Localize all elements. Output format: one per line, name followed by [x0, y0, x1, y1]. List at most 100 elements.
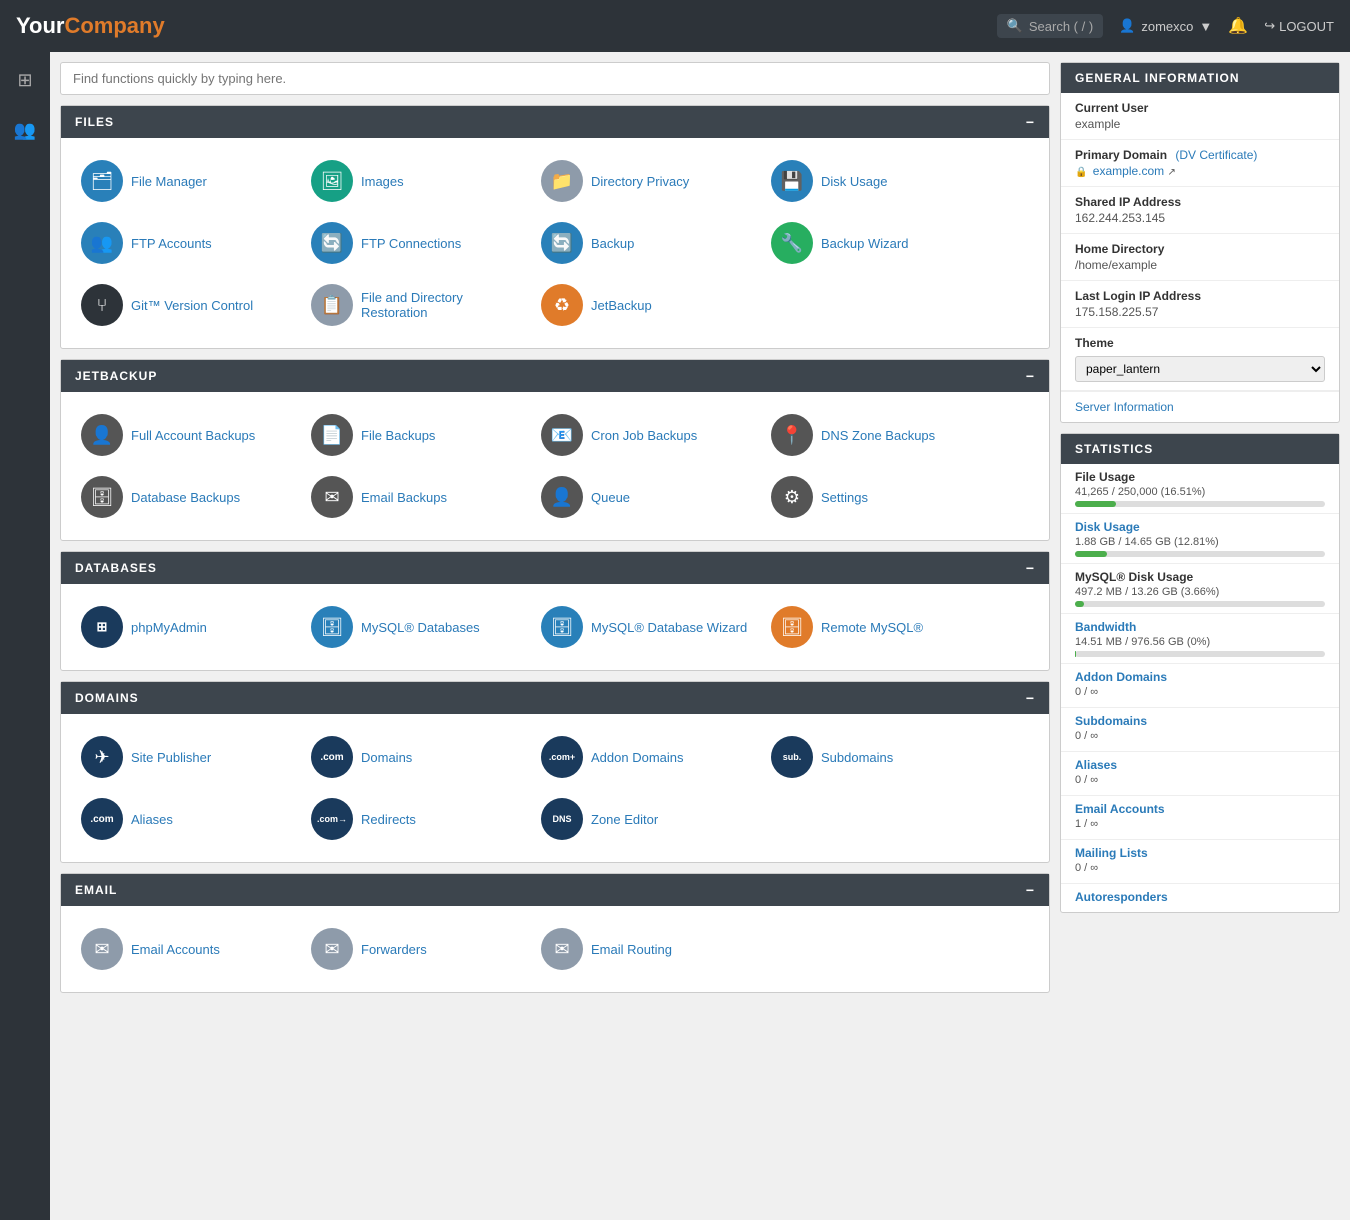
addon-domains-stat-link[interactable]: Addon Domains	[1075, 670, 1325, 684]
server-info-link[interactable]: Server Information	[1061, 391, 1339, 422]
full-account-backups-label: Full Account Backups	[131, 428, 255, 443]
domains-header: DOMAINS −	[61, 682, 1049, 714]
aliases-stat-link[interactable]: Aliases	[1075, 758, 1325, 772]
subdomains-stat-value: 0 / ∞	[1075, 730, 1325, 742]
main-content: FILES − 🗂 File Manager 🖼 Images 📁 Direct…	[50, 52, 1060, 1013]
theme-select[interactable]: paper_lantern	[1075, 356, 1325, 382]
git-label: Git™ Version Control	[131, 298, 253, 313]
file-backups-label: File Backups	[361, 428, 435, 443]
files-section: FILES − 🗂 File Manager 🖼 Images 📁 Direct…	[60, 105, 1050, 349]
file-manager-item[interactable]: 🗂 File Manager	[71, 152, 301, 210]
jetbackup-label: JetBackup	[591, 298, 652, 313]
user-menu[interactable]: 👤 zomexco ▼	[1119, 18, 1212, 34]
file-manager-icon: 🗂	[81, 160, 123, 202]
zone-editor-item[interactable]: DNS Zone Editor	[531, 790, 761, 848]
files-header: FILES −	[61, 106, 1049, 138]
brand-your: Your	[16, 13, 64, 39]
domains-title: DOMAINS	[75, 691, 139, 705]
logout-button[interactable]: ↪ LOGOUT	[1264, 18, 1334, 34]
ftp-connections-label: FTP Connections	[361, 236, 461, 251]
subdomains-label: Subdomains	[821, 750, 893, 765]
email-collapse[interactable]: −	[1026, 882, 1035, 898]
external-link-icon: ↗	[1168, 167, 1176, 178]
home-dir-value: /home/example	[1075, 258, 1325, 272]
search-icon: 🔍	[1007, 18, 1023, 34]
aliases-icon: .com	[81, 798, 123, 840]
phpmyadmin-item[interactable]: ⊞ phpMyAdmin	[71, 598, 301, 656]
full-account-backups-item[interactable]: 👤 Full Account Backups	[71, 406, 301, 464]
jetbackup-collapse[interactable]: −	[1026, 368, 1035, 384]
mysql-wizard-item[interactable]: 🗄 MySQL® Database Wizard	[531, 598, 761, 656]
quick-search-input[interactable]	[60, 62, 1050, 95]
domains-icon: .com	[311, 736, 353, 778]
mailing-lists-stat-link[interactable]: Mailing Lists	[1075, 846, 1325, 860]
subdomains-item[interactable]: sub. Subdomains	[761, 728, 991, 786]
site-publisher-item[interactable]: ✈ Site Publisher	[71, 728, 301, 786]
aliases-item[interactable]: .com Aliases	[71, 790, 301, 848]
lock-icon: 🔒	[1075, 167, 1087, 178]
file-dir-restore-item[interactable]: 📋 File and Directory Restoration	[301, 276, 531, 334]
disk-usage-icon: 💾	[771, 160, 813, 202]
bandwidth-bar-bg	[1075, 651, 1325, 657]
database-backups-item[interactable]: 🗄 Database Backups	[71, 468, 301, 526]
users-icon[interactable]: 👥	[7, 112, 43, 148]
addon-domains-item[interactable]: .com+ Addon Domains	[531, 728, 761, 786]
git-version-control-item[interactable]: ⑂ Git™ Version Control	[71, 276, 301, 334]
logout-label: LOGOUT	[1279, 19, 1334, 34]
email-backups-icon: ✉	[311, 476, 353, 518]
disk-usage-link[interactable]: Disk Usage	[1075, 520, 1325, 534]
search-box[interactable]: 🔍 Search ( / )	[997, 14, 1103, 38]
subdomains-icon: sub.	[771, 736, 813, 778]
forwarders-item[interactable]: ✉ Forwarders	[301, 920, 531, 978]
quick-search-bar	[60, 62, 1050, 95]
mysql-databases-item[interactable]: 🗄 MySQL® Databases	[301, 598, 531, 656]
disk-usage-item[interactable]: 💾 Disk Usage	[761, 152, 991, 210]
jetbackup-item[interactable]: ♻ JetBackup	[531, 276, 761, 334]
remote-mysql-item[interactable]: 🗄 Remote MySQL®	[761, 598, 991, 656]
domain-link[interactable]: example.com	[1093, 164, 1164, 178]
queue-icon: 👤	[541, 476, 583, 518]
backup-item[interactable]: 🔄 Backup	[531, 214, 761, 272]
email-accounts-item[interactable]: ✉ Email Accounts	[71, 920, 301, 978]
subdomains-stat-row: Subdomains 0 / ∞	[1061, 708, 1339, 752]
cron-job-backups-item[interactable]: 📧 Cron Job Backups	[531, 406, 761, 464]
statistics-header: STATISTICS	[1061, 434, 1339, 464]
databases-collapse[interactable]: −	[1026, 560, 1035, 576]
backup-label: Backup	[591, 236, 634, 251]
files-collapse[interactable]: −	[1026, 114, 1035, 130]
statistics-panel: STATISTICS File Usage 41,265 / 250,000 (…	[1060, 433, 1340, 913]
redirects-item[interactable]: .com→ Redirects	[301, 790, 531, 848]
email-routing-icon: ✉	[541, 928, 583, 970]
email-routing-item[interactable]: ✉ Email Routing	[531, 920, 761, 978]
databases-header: DATABASES −	[61, 552, 1049, 584]
queue-label: Queue	[591, 490, 630, 505]
primary-domain-label: Primary Domain (DV Certificate)	[1075, 148, 1325, 162]
autoresponders-stat-link[interactable]: Autoresponders	[1075, 890, 1325, 904]
bandwidth-link[interactable]: Bandwidth	[1075, 620, 1325, 634]
dv-cert-link[interactable]: (DV Certificate)	[1175, 148, 1257, 162]
ftp-connections-item[interactable]: 🔄 FTP Connections	[301, 214, 531, 272]
email-backups-item[interactable]: ✉ Email Backups	[301, 468, 531, 526]
ftp-accounts-item[interactable]: 👥 FTP Accounts	[71, 214, 301, 272]
mysql-databases-label: MySQL® Databases	[361, 620, 480, 635]
settings-item[interactable]: ⚙ Settings	[761, 468, 991, 526]
home-dir-label: Home Directory	[1075, 242, 1325, 256]
domains-collapse[interactable]: −	[1026, 690, 1035, 706]
dns-zone-backups-item[interactable]: 📍 DNS Zone Backups	[761, 406, 991, 464]
queue-item[interactable]: 👤 Queue	[531, 468, 761, 526]
dns-zone-backups-label: DNS Zone Backups	[821, 428, 935, 443]
file-backups-item[interactable]: 📄 File Backups	[301, 406, 531, 464]
brand-logo: Your Company	[16, 13, 165, 39]
domains-item[interactable]: .com Domains	[301, 728, 531, 786]
mysql-disk-label: MySQL® Disk Usage	[1075, 570, 1325, 584]
domain-link-row: 🔒 example.com ↗	[1075, 164, 1325, 178]
files-body: 🗂 File Manager 🖼 Images 📁 Directory Priv…	[61, 138, 1049, 348]
email-accounts-stat-link[interactable]: Email Accounts	[1075, 802, 1325, 816]
directory-privacy-item[interactable]: 📁 Directory Privacy	[531, 152, 761, 210]
backup-wizard-item[interactable]: 🔧 Backup Wizard	[761, 214, 991, 272]
notifications-bell[interactable]: 🔔	[1228, 16, 1248, 36]
subdomains-stat-link[interactable]: Subdomains	[1075, 714, 1325, 728]
grid-icon[interactable]: ⊞	[7, 62, 43, 98]
images-item[interactable]: 🖼 Images	[301, 152, 531, 210]
general-info-panel: GENERAL INFORMATION Current User example…	[1060, 62, 1340, 423]
